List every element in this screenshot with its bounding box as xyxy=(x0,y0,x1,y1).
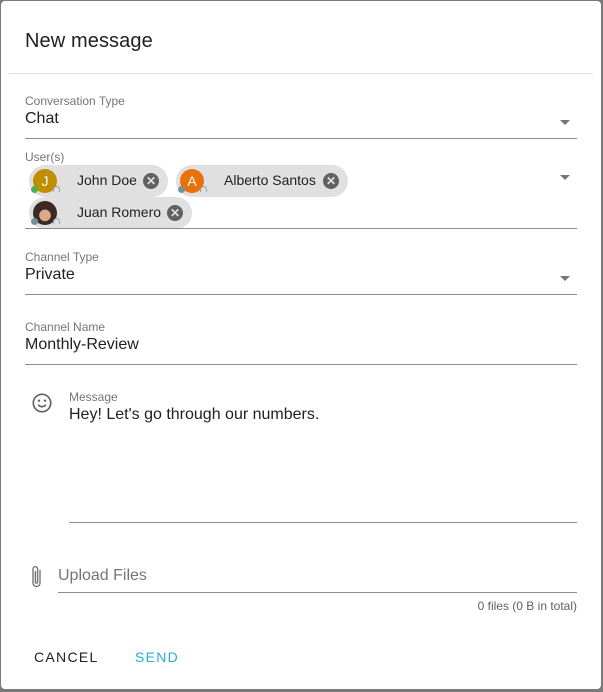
chip-name: John Doe xyxy=(77,172,137,188)
channel-name-label: Channel Name xyxy=(25,320,106,334)
channel-type-label: Channel Type xyxy=(25,250,99,264)
channel-name-value[interactable]: Monthly-Review xyxy=(25,336,139,354)
status-away-icon xyxy=(178,186,185,193)
emoji-icon[interactable] xyxy=(31,392,53,414)
channel-type-value: Private xyxy=(25,266,75,283)
user-chip-john-doe[interactable]: J John Doe ✕ xyxy=(29,165,168,197)
chip-name: Alberto Santos xyxy=(224,172,316,188)
user-chip-juan-romero[interactable]: Juan Romero ✕ xyxy=(29,197,192,229)
message-value[interactable]: Hey! Let's go through our numbers. xyxy=(69,406,319,424)
upload-placeholder: Upload Files xyxy=(58,567,147,584)
close-circle-icon[interactable]: ✕ xyxy=(143,173,159,189)
chevron-down-icon[interactable] xyxy=(560,175,570,180)
channel-name-input[interactable]: Channel Name Monthly-Review xyxy=(25,320,577,365)
chevron-down-icon[interactable] xyxy=(560,120,570,125)
title-divider xyxy=(9,73,593,74)
close-circle-icon[interactable]: ✕ xyxy=(323,173,339,189)
close-circle-icon[interactable]: ✕ xyxy=(167,205,183,221)
field-underline xyxy=(69,522,577,523)
users-select[interactable]: User(s) J John Doe ✕ A Alberto Santos ✕ … xyxy=(25,150,577,229)
users-label: User(s) xyxy=(25,150,65,164)
status-online-icon xyxy=(31,186,38,193)
chevron-down-icon[interactable] xyxy=(560,276,570,281)
field-underline xyxy=(25,228,577,229)
status-away-icon xyxy=(31,218,38,225)
cancel-button[interactable]: CANCEL xyxy=(34,649,99,665)
chip-name: Juan Romero xyxy=(77,204,162,220)
dialog-title: New message xyxy=(25,30,153,52)
field-underline xyxy=(25,294,577,295)
field-underline xyxy=(25,138,577,139)
send-button[interactable]: SEND xyxy=(135,649,179,665)
new-message-dialog: New message Conversation Type Chat User(… xyxy=(1,1,601,689)
channel-type-select[interactable]: Channel Type Private xyxy=(25,250,577,295)
message-textarea[interactable]: Message Hey! Let's go through our number… xyxy=(69,390,577,523)
message-label: Message xyxy=(69,390,118,404)
paperclip-icon[interactable] xyxy=(27,564,47,590)
headset-icon xyxy=(53,218,60,224)
field-underline xyxy=(58,592,577,593)
upload-files-input[interactable]: Upload Files xyxy=(58,565,577,593)
conversation-type-value: Chat xyxy=(25,110,59,127)
user-chip-alberto-santos[interactable]: A Alberto Santos ✕ xyxy=(176,165,348,197)
upload-summary: 0 files (0 B in total) xyxy=(477,599,577,613)
headset-icon xyxy=(200,186,207,192)
headset-icon xyxy=(53,186,60,192)
conversation-type-label: Conversation Type xyxy=(25,94,125,108)
conversation-type-select[interactable]: Conversation Type Chat xyxy=(25,94,577,139)
field-underline xyxy=(25,364,577,365)
